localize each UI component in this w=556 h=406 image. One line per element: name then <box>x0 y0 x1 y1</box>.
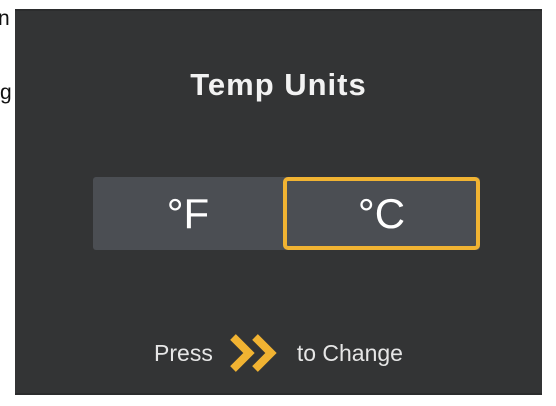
temp-unit-toggle[interactable]: °F °C <box>93 177 480 250</box>
cropped-text-fragment: n <box>0 7 10 30</box>
device-screen: Temp Units °F °C Press to Change <box>15 9 542 395</box>
screen-title: Temp Units <box>190 67 367 102</box>
cropped-text-fragment: g <box>0 81 12 104</box>
hint-press-label: Press <box>154 339 213 366</box>
celsius-option-selected[interactable]: °C <box>283 177 480 250</box>
hint-change-label: to Change <box>296 339 403 366</box>
change-hint: Press to Change <box>15 333 542 373</box>
fahrenheit-option[interactable]: °F <box>93 177 283 250</box>
double-chevron-right-icon <box>229 333 281 373</box>
